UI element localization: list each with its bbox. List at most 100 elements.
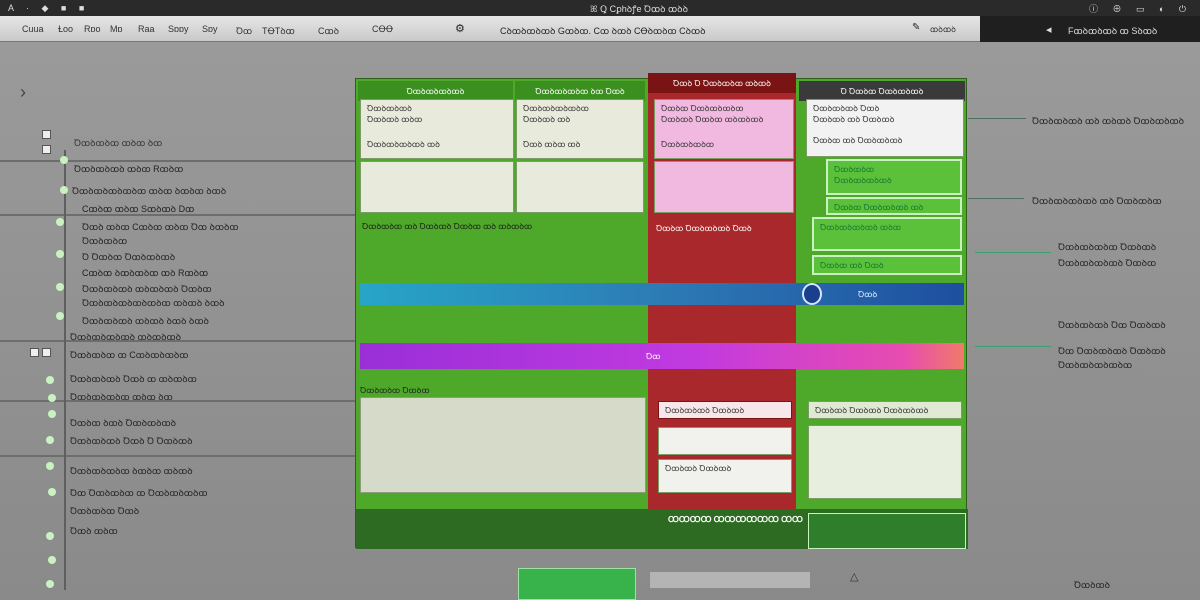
menu-item[interactable]: Sɒɒy bbox=[168, 24, 189, 34]
status-dot bbox=[60, 186, 68, 194]
sidebar-item[interactable]: Ꝺꝏꝺꝏꝺꝏꝺ Ꝺꝏꝺ ꝏ ꝏꝺꝏꝺꝏ bbox=[70, 372, 197, 385]
task-card[interactable]: Ꝺꝏꝺꝏꝺꝏꝺ Ꝺꝏꝺ Ꝺꝏꝺꝏꝺ ꝏꝺ Ꝺꝏꝺꝏꝺ Ꝺꝏꝺꝏ ꝏꝺ Ꝺꝏꝺꝏꝺ… bbox=[806, 99, 964, 157]
footer-label: ꝎꝎꝎꝎ ꝎꝎꝎꝎꝎꝎ ꝎꝎ bbox=[668, 515, 803, 524]
connector bbox=[968, 198, 1024, 199]
sidebar-item[interactable]: Ꝺꝏꝺꝏꝺꝏꝺꝏꝺꝏꝺꝏ ꝏꝺꝏꝺ ꝺꝏꝺ bbox=[82, 296, 225, 309]
menu-item[interactable]: Cuua bbox=[22, 24, 44, 34]
annotation-label: Ꝺꝏꝺꝏꝺꝏꝺꝏꝺꝏ bbox=[1058, 360, 1133, 370]
column-header[interactable]: Ꝺꝏꝺꝏꝺꝏꝺꝏꝺ bbox=[358, 81, 513, 101]
menu-item[interactable]: Raa bbox=[138, 24, 155, 34]
status-dot bbox=[48, 410, 56, 418]
annotation-label: Ꝺꝏꝺꝏꝺꝏꝺꝏꝺ ꝏꝺ Ꝺꝏꝺꝏꝺꝏ bbox=[1032, 196, 1162, 206]
bottom-button[interactable] bbox=[518, 568, 636, 600]
sidebar-item[interactable]: Ꝺꝏꝺꝏꝺꝏꝺ ꝏꝺꝏꝺꝏꝺ Ꝺꝏꝺꝏ bbox=[82, 282, 212, 295]
sidebar-header: Ꝺꝏꝺꝏꝺꝏ ꝏꝺꝏ ꝺꝏ bbox=[74, 138, 163, 148]
task-card[interactable]: Ꝺꝏꝺꝏꝺ Ꝺꝏꝺꝏꝺ bbox=[658, 459, 792, 493]
task-card-red[interactable]: Ꝺꝏꝺꝏꝺꝏꝺ Ꝺꝏꝺꝏꝺ bbox=[658, 401, 792, 419]
status-dot bbox=[48, 556, 56, 564]
menu-item[interactable]: TꝊTꝺꝏ bbox=[262, 24, 295, 37]
connector bbox=[975, 252, 1051, 253]
task-card-empty[interactable] bbox=[360, 161, 514, 213]
task-card[interactable]: Ꝺꝏꝺꝏꝺꝏꝺꝏꝺꝏ Ꝺꝏꝺꝏꝺ ꝏꝺ Ꝺꝏꝺ ꝏꝺꝏ ꝏꝺ bbox=[516, 99, 644, 159]
task-card-empty[interactable] bbox=[516, 161, 644, 213]
menu-item[interactable]: Mɒ bbox=[110, 24, 123, 34]
app-menu-icons[interactable]: A · ◆ ■ ■ bbox=[8, 3, 89, 14]
sidebar-item[interactable]: Ꝺꝏꝺꝏꝺꝏꝺꝏꝺ ꝏꝺꝏꝺꝏꝺ bbox=[70, 330, 181, 343]
task-card-empty[interactable] bbox=[658, 427, 792, 455]
sidebar-item[interactable]: Cꝏꝺꝏ ꝺꝏꝺꝏꝺꝏ ꝏꝺ Rꝏꝺꝏ bbox=[82, 266, 208, 279]
menu-item[interactable]: Ɫoo bbox=[58, 24, 73, 34]
menu-item[interactable]: Ꝺꝏ bbox=[236, 24, 252, 37]
sidebar-item[interactable]: Ꝺꝏꝺꝏꝺꝏ bbox=[82, 234, 127, 247]
pointer-icon[interactable]: ◂ bbox=[1046, 23, 1052, 36]
section-label: Ꝺꝏꝺꝏꝺꝏ Ꝺꝏꝺꝏ bbox=[360, 386, 430, 395]
annotation-label: Ꝺꝏꝺꝏꝺꝏꝺꝏ Ꝺꝏꝺꝏꝺ bbox=[1058, 242, 1157, 252]
task-card-list[interactable] bbox=[808, 425, 962, 499]
triangle-icon[interactable]: △ bbox=[850, 570, 858, 583]
task-card-green[interactable]: Ꝺꝏꝺꝏꝺꝏ Ꝺꝏꝺꝏꝺꝏꝺꝏꝺ bbox=[826, 159, 962, 195]
annotation-label: Ꝺꝏ Ꝺꝏꝺꝏꝺꝏꝺ Ꝺꝏꝺꝏꝺ bbox=[1058, 346, 1166, 356]
status-dot bbox=[46, 532, 54, 540]
task-card-green[interactable]: Ꝺꝏꝺꝏ Ꝺꝏꝺꝏꝺꝏꝺ ꝏꝺ bbox=[826, 197, 962, 215]
menu-item[interactable]: CꝊꝊ bbox=[372, 24, 393, 35]
sidebar-item[interactable]: Ꝺꝏꝺꝏꝺꝏꝺꝏ ꝺꝏꝺꝏ ꝏꝺꝏꝺ bbox=[70, 464, 193, 477]
status-dot bbox=[48, 488, 56, 496]
sidebar-item[interactable]: Ꝺ Ꝺꝏꝺꝏ Ꝺꝏꝺꝏꝺꝏꝺ bbox=[82, 250, 175, 263]
checkbox[interactable] bbox=[42, 348, 51, 357]
task-card[interactable]: Ꝺꝏꝺꝏꝺꝏꝺ Ꝺꝏꝺꝏꝺ ꝏꝺꝏ Ꝺꝏꝺꝏꝺꝏꝺꝏꝺ ꝏꝺ bbox=[360, 99, 514, 159]
annotation-label: Ꝺꝏꝺꝏꝺꝏꝺ ꝏꝺ ꝏꝺꝏꝺ Ꝺꝏꝺꝏꝺꝏꝺ bbox=[1032, 116, 1185, 126]
sidebar-item[interactable]: Ꝺꝏ Ꝺꝏꝺꝏꝺꝏ ꝏ Ꝺꝏꝺꝏꝺꝏꝺꝏ bbox=[70, 486, 208, 499]
gear-icon[interactable]: ⚙ bbox=[455, 22, 465, 35]
sidebar-item[interactable]: Ꝺꝏꝺ ꝏꝺꝏ Cꝏꝺꝏ ꝏꝺꝏ Ꝺꝏ ꝺꝏꝺꝏ bbox=[82, 220, 239, 233]
timeline-bar-purple[interactable] bbox=[360, 343, 964, 369]
sidebar-item[interactable]: Cꝏꝺꝏ ꝏꝺꝏ Sꝏꝺꝏꝺ Dꝏ bbox=[82, 202, 194, 215]
status-dot bbox=[46, 462, 54, 470]
window-title: ꕤ Ꝗ Cꝑhꝺꝭe Ꝺꝏꝺ ꝏꝺꝺ bbox=[590, 4, 688, 14]
connector bbox=[968, 118, 1026, 119]
row-label: Ꝺꝏꝺꝏ Ꝺꝏꝺꝏꝺꝏꝺ Ꝺꝏꝺ bbox=[656, 224, 752, 233]
circle-marker-icon[interactable] bbox=[802, 283, 822, 305]
menu-item-end[interactable]: ꝏꝺꝏꝺ bbox=[930, 24, 956, 35]
connector bbox=[975, 346, 1051, 347]
checkbox[interactable] bbox=[42, 145, 51, 154]
menu-item[interactable]: Sɒy bbox=[202, 24, 218, 34]
task-card-pink[interactable]: Ꝺꝏꝺꝏ Ꝺꝏꝺꝏꝺꝏꝺꝏ Ꝺꝏꝺꝏꝺ Ꝺꝏꝺꝏ ꝏꝺꝏꝺꝏꝺ Ꝺꝏꝺꝏꝺꝏꝺꝏ bbox=[654, 99, 794, 159]
status-dot bbox=[46, 580, 54, 588]
pencil-icon[interactable]: ✎ bbox=[912, 22, 920, 33]
task-card[interactable]: Ꝺꝏꝺꝏꝺ Ꝺꝏꝺꝏꝺ Ꝺꝏꝺꝏꝺꝏꝺ bbox=[808, 401, 962, 419]
task-card-green[interactable]: Ꝺꝏꝺꝏꝺꝏꝺꝏꝺ ꝏꝺꝏ bbox=[812, 217, 962, 251]
sidebar-item[interactable]: Ꝺꝏꝺꝏꝺꝏꝺꝏ ꝏꝺꝏ ꝺꝏ bbox=[70, 390, 173, 403]
menu-item[interactable]: Cꝏꝺ bbox=[318, 24, 339, 37]
sidebar-item[interactable]: Ꝺꝏꝺꝏꝺꝏꝺ Ꝺꝏꝺ Ꝺ Ꝺꝏꝺꝏꝺ bbox=[70, 434, 193, 447]
divider bbox=[0, 455, 360, 457]
sidebar-item[interactable]: Ꝺꝏꝺ ꝏꝺꝏ bbox=[70, 524, 118, 537]
right-panel-title: Fꝏꝺꝏꝺꝏꝺ ꝏ Sꝺꝏꝺ bbox=[1068, 26, 1158, 36]
sidebar-item[interactable]: Ꝺꝏꝺꝏꝺꝏꝺ ꝏꝺꝏ Rꝏꝺꝏ bbox=[74, 162, 183, 175]
column-header[interactable]: Ꝺ Ꝺꝏꝺꝏ Ꝺꝏꝺꝏꝺꝏꝺ bbox=[799, 81, 965, 101]
checkbox[interactable] bbox=[30, 348, 39, 357]
sidebar-item[interactable]: Ꝺꝏꝺꝏꝺꝏꝺꝏꝺꝏ ꝏꝺꝏ ꝺꝏꝺꝏ ꝺꝏꝺ bbox=[72, 184, 226, 197]
document-title: Cꝺꝏꝺꝏꝺꝏꝺ Gꝏꝺꝏ. Cꝏ ꝺꝏꝺ CꝊꝺꝏꝺꝏ Cꝺꝏꝺ bbox=[500, 26, 706, 36]
timeline-label: Ꝺꝏꝺ bbox=[858, 290, 878, 299]
column-header[interactable]: Ꝺꝏꝺꝏꝺꝏꝺꝏ ꝺꝏ Ꝺꝏꝺ bbox=[515, 81, 645, 101]
status-dot bbox=[56, 250, 64, 258]
right-panel-header: ◂ Fꝏꝺꝏꝺꝏꝺ ꝏ Sꝺꝏꝺ bbox=[980, 16, 1200, 42]
sidebar-item[interactable]: Ꝺꝏꝺꝏꝺꝏ ꝏ Cꝏꝺꝏꝺꝏꝺꝏ bbox=[70, 348, 188, 361]
task-card-green[interactable]: Ꝺꝏꝺꝏ ꝏꝺ Ꝺꝏꝺ bbox=[812, 255, 962, 275]
sidebar-item[interactable]: Ꝺꝏꝺꝏꝺꝏ Ꝺꝏꝺ bbox=[70, 504, 139, 517]
sidebar-item[interactable]: Ꝺꝏꝺꝏ ꝺꝏꝺ Ꝺꝏꝺꝏꝺꝏꝺ bbox=[70, 416, 176, 429]
status-dot bbox=[56, 283, 64, 291]
task-card-empty[interactable] bbox=[654, 161, 794, 213]
status-icons[interactable]: ⓘ ⊕ ▭ ◐ ⏻ bbox=[1089, 2, 1192, 15]
chevron-right-icon[interactable]: › bbox=[20, 82, 26, 103]
bottom-right-label: Ꝺꝏꝺꝏꝺ bbox=[1074, 580, 1111, 590]
kanban-board: Ꝺꝏꝺꝏꝺꝏꝺꝏꝺ Ꝺꝏꝺꝏꝺꝏꝺꝏ ꝺꝏ Ꝺꝏꝺ Ꝺꝏꝺ Ꝺ Ꝺꝏꝺꝏꝺꝏ ꝏ… bbox=[355, 73, 968, 549]
row-label: Ꝺꝏꝺꝏꝺꝏ ꝏꝺ Ꝺꝏꝺꝏꝺ Ꝺꝏꝺꝏ ꝏꝺ ꝏꝺꝏꝺꝏ bbox=[362, 222, 533, 231]
checkbox[interactable] bbox=[42, 130, 51, 139]
menu-item[interactable]: Rɒo bbox=[84, 24, 101, 34]
annotation-label: Ꝺꝏꝺꝏꝺꝏꝺ Ꝺꝏ Ꝺꝏꝺꝏꝺ bbox=[1058, 320, 1166, 330]
sidebar-item[interactable]: Ꝺꝏꝺꝏꝺꝏꝺ ꝏꝺꝏꝺ ꝺꝏꝺ ꝺꝏꝺ bbox=[82, 314, 209, 327]
status-dot bbox=[60, 156, 68, 164]
mini-panel[interactable] bbox=[808, 513, 966, 549]
column-header-highlight[interactable]: Ꝺꝏꝺ Ꝺ Ꝺꝏꝺꝏꝺꝏ ꝏꝺꝏꝺ bbox=[648, 73, 796, 93]
